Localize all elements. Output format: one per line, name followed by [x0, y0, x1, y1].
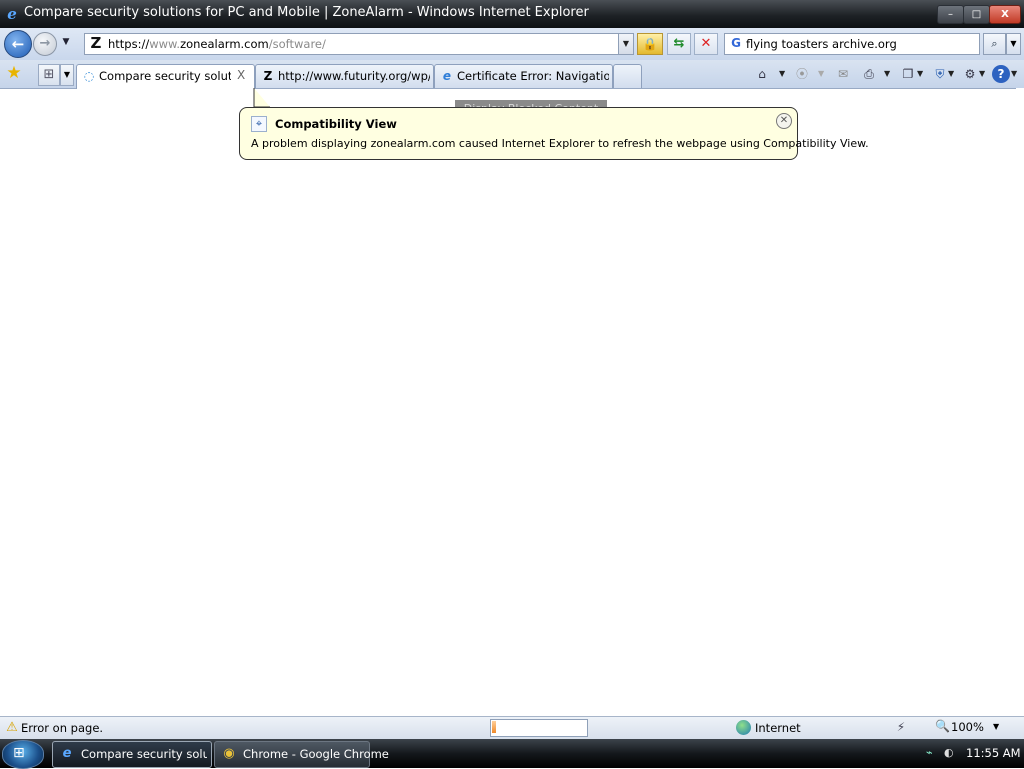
taskbar-item-ie[interactable]: e Compare security solu... [52, 741, 212, 768]
new-tab-button[interactable] [613, 64, 642, 88]
search-input[interactable]: flying toasters archive.org [746, 37, 897, 51]
forward-button[interactable]: → [33, 32, 57, 56]
search-options-dropdown[interactable]: ▼ [1006, 33, 1021, 55]
close-popup-button[interactable]: ✕ [776, 113, 792, 129]
progress-bar [490, 719, 588, 737]
taskbar-item-chrome[interactable]: ◉ Chrome - Google Chrome [214, 741, 389, 768]
url-scheme: https:// [108, 37, 150, 51]
feeds-icon[interactable]: ⦿ [793, 64, 811, 84]
close-tab-button[interactable]: X [237, 68, 245, 82]
close-window-button[interactable]: X [989, 5, 1021, 24]
url-subdomain: www. [149, 37, 181, 51]
feeds-dropdown[interactable]: ▼ [818, 64, 824, 84]
favorites-star-icon[interactable]: ★ [4, 63, 24, 83]
tab-certificate-error[interactable]: e Certificate Error: Navigation ... [434, 64, 613, 88]
safety-dropdown[interactable]: ▼ [948, 64, 954, 84]
google-icon: G [731, 36, 741, 50]
address-dropdown-button[interactable]: ▼ [618, 33, 634, 55]
maximize-button[interactable]: □ [963, 5, 990, 24]
window-title: Compare security solutions for PC and Mo… [24, 5, 589, 20]
taskbar-item-label: Chrome - Google Chrome [243, 747, 389, 761]
gear-icon[interactable]: ⚙ [961, 64, 979, 84]
url-path: /software/ [268, 37, 326, 51]
popup-title: Compatibility View [275, 117, 397, 131]
ie-icon: e [62, 746, 72, 761]
ie-icon: e [442, 69, 452, 83]
clock[interactable]: 11:55 AM [966, 746, 1021, 760]
windows-logo-icon: ⊞ [13, 745, 25, 761]
site-favicon-icon: Z [263, 69, 273, 83]
zoom-level[interactable]: 100% [951, 720, 984, 734]
tab-label: Compare security solutio... [99, 69, 231, 83]
zoom-dropdown[interactable]: ▼ [993, 719, 999, 735]
page-dropdown[interactable]: ▼ [917, 64, 923, 84]
back-button[interactable]: ← [4, 30, 32, 58]
globe-icon [736, 720, 751, 735]
tab-label: http://www.futurity.org/wp/... [278, 69, 430, 83]
volume-icon[interactable]: ◐ [944, 746, 956, 759]
page-menu-icon[interactable]: ❐ [899, 64, 917, 84]
popup-message: A problem displaying zonealarm.com cause… [251, 137, 869, 150]
tab-list-dropdown[interactable]: ▼ [60, 64, 74, 86]
safety-shield-icon[interactable]: ⛨ [931, 64, 949, 84]
loading-icon: ◌ [83, 69, 95, 83]
site-favicon-icon: Z [90, 34, 102, 52]
tools-dropdown[interactable]: ▼ [979, 64, 985, 84]
quick-tabs-button[interactable]: ⊞ [38, 64, 60, 86]
help-dropdown[interactable]: ▼ [1011, 64, 1017, 84]
security-zone-label[interactable]: Internet [755, 721, 801, 735]
content-edge [1016, 88, 1024, 716]
tab-label: Certificate Error: Navigation ... [457, 69, 609, 83]
security-lock-icon[interactable]: 🔒 [637, 33, 663, 55]
stop-button[interactable]: ✕ [694, 33, 718, 55]
network-icon[interactable]: ⌁ [926, 746, 938, 759]
home-dropdown[interactable]: ▼ [779, 64, 785, 84]
url-domain: zonealarm.com [180, 37, 269, 51]
address-url[interactable]: https://www.zonealarm.com/software/ [108, 37, 326, 51]
taskbar-item-label: Compare security solu... [81, 747, 207, 761]
chrome-icon: ◉ [223, 746, 235, 761]
zoom-icon[interactable]: 🔍 [935, 719, 950, 733]
print-icon[interactable]: ⎙ [859, 64, 879, 84]
print-dropdown[interactable]: ▼ [884, 64, 890, 84]
compatibility-view-icon: ⌖ [251, 116, 267, 132]
tab-zonealarm[interactable]: ◌ Compare security solutio... X [76, 64, 255, 89]
warning-icon[interactable]: ⚠ [4, 720, 20, 735]
refresh-button[interactable]: ⇆ [667, 33, 691, 55]
search-button[interactable]: ⌕ [983, 33, 1006, 55]
tab-futurity[interactable]: Z http://www.futurity.org/wp/... [255, 64, 434, 88]
ie-icon: e [7, 5, 17, 23]
home-icon[interactable]: ⌂ [752, 64, 772, 84]
help-icon[interactable]: ? [992, 65, 1010, 83]
minimize-button[interactable]: – [937, 5, 964, 24]
recent-pages-dropdown[interactable]: ▼ [60, 37, 72, 49]
progress-fill [492, 721, 496, 733]
compatibility-view-popup [239, 107, 798, 160]
protected-mode-icon[interactable]: ⚡ [893, 719, 909, 735]
status-text[interactable]: Error on page. [21, 721, 103, 735]
mail-icon[interactable]: ✉ [834, 64, 852, 84]
